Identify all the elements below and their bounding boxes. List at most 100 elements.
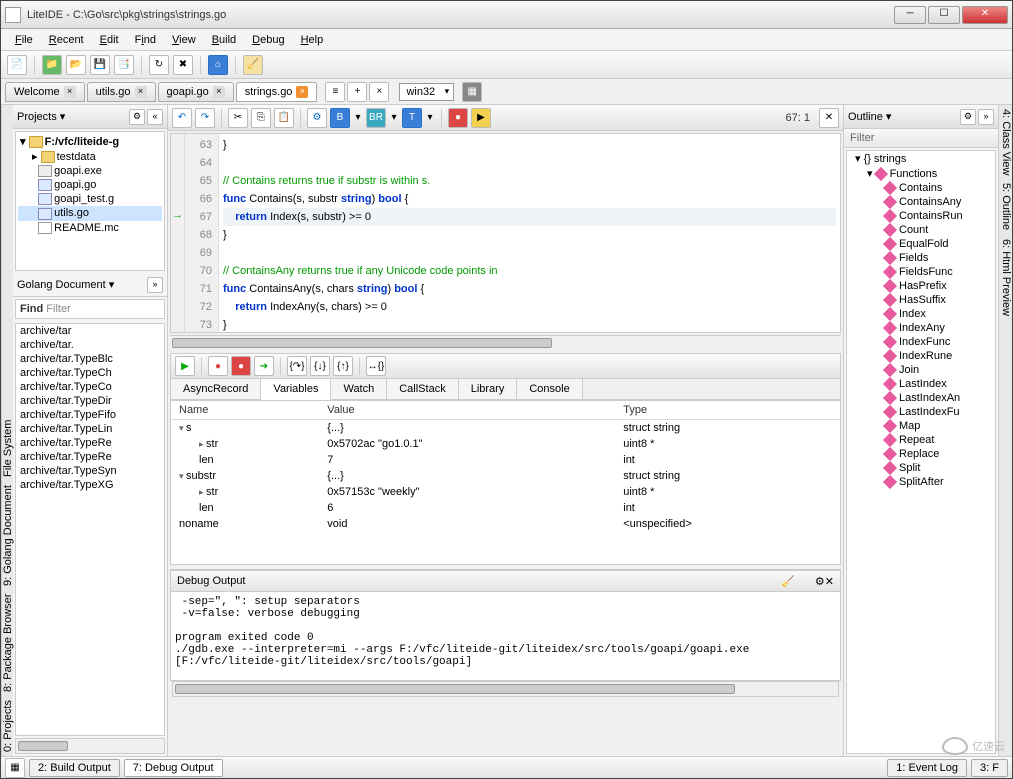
close-icon[interactable]: × [64,86,76,98]
close-doc-button[interactable]: ✖ [173,55,193,75]
menu-debug[interactable]: Debug [244,32,292,48]
menu-build[interactable]: Build [204,32,244,48]
outline-func[interactable]: LastIndex [847,377,995,391]
tab-welcome[interactable]: Welcome× [5,82,85,102]
close-icon[interactable]: × [213,86,225,98]
outline-func[interactable]: Fields [847,251,995,265]
collapse-icon[interactable]: » [147,277,163,293]
cut-button[interactable]: ✂ [228,108,248,128]
tab-utils[interactable]: utils.go× [87,82,156,102]
close-button[interactable]: ✕ [962,6,1008,24]
tab-strings[interactable]: strings.go× [236,82,318,102]
package-item[interactable]: archive/tar.TypeCo [16,380,164,394]
outline-func[interactable]: LastIndexAn [847,391,995,405]
menu-file[interactable]: File [7,32,41,48]
tree-item[interactable]: README.mc [18,221,162,235]
settings-button[interactable]: ⚙ [307,108,327,128]
dropdown-icon[interactable]: ▾ [389,108,399,128]
output-toggle-button[interactable]: ▦ [5,758,25,778]
open-project-button[interactable]: 📂 [66,55,86,75]
outline-tree[interactable]: ▾ {} strings ▾ Functions ContainsContain… [846,150,996,754]
outline-func[interactable]: ContainsRun [847,209,995,223]
output-scrollbar[interactable] [172,681,839,697]
package-item[interactable]: archive/tar.TypeXG [16,478,164,492]
tab-close-button[interactable]: × [369,82,389,102]
maximize-button[interactable]: ☐ [928,6,960,24]
tab-list-button[interactable]: ≡ [325,82,345,102]
projects-title[interactable]: Projects [17,110,127,123]
outline-func[interactable]: Split [847,461,995,475]
continue-button[interactable]: ➔ [254,356,274,376]
editor-scrollbar[interactable] [170,335,841,351]
settings-icon[interactable]: ⚙ [960,109,976,125]
close-icon[interactable]: × [135,86,147,98]
step-over-button[interactable]: {↷} [287,356,307,376]
test-button[interactable]: T [402,108,422,128]
home-button[interactable]: ⌂ [208,55,228,75]
variable-row[interactable]: str0x57153c "weekly"uint8 * [171,484,840,500]
package-item[interactable]: archive/tar.TypeFifo [16,408,164,422]
variable-row[interactable]: nonamevoid<unspecified> [171,516,840,532]
collapse-icon[interactable]: « [147,109,163,125]
outline-func[interactable]: Contains [847,181,995,195]
env-button[interactable]: ▦ [462,82,482,102]
open-folder-button[interactable]: 📁 [42,55,62,75]
menu-find[interactable]: Find [127,32,164,48]
dock-tab-golang-document[interactable]: 9: Golang Document [2,485,13,586]
status-f[interactable]: 3: F [971,759,1008,777]
step-instruction-button[interactable]: ↔{} [366,356,386,376]
undo-button[interactable]: ↶ [172,108,192,128]
package-item[interactable]: archive/tar.TypeDir [16,394,164,408]
code-editor[interactable]: → 6364656667686970717273 }// Contains re… [170,133,841,333]
new-file-button[interactable]: 📄 [7,55,27,75]
debug-tab-asyncrecord[interactable]: AsyncRecord [171,379,261,399]
outline-func[interactable]: EqualFold [847,237,995,251]
outline-func[interactable]: SplitAfter [847,475,995,489]
paste-button[interactable]: 📋 [274,108,294,128]
outline-func[interactable]: IndexRune [847,349,995,363]
package-item[interactable]: archive/tar.TypeSyn [16,464,164,478]
minimize-button[interactable]: ─ [894,6,926,24]
dock-tab-file-system[interactable]: File System [2,419,13,476]
outline-func[interactable]: IndexAny [847,321,995,335]
dock-tab-html-preview[interactable]: 6: Html Preview [999,239,1012,316]
settings-icon[interactable]: ⚙ [129,109,145,125]
menu-help[interactable]: Help [293,32,332,48]
scrollbar-horizontal[interactable] [15,738,165,754]
dock-tab-outline[interactable]: 5: Outline [999,183,1012,230]
tab-add-button[interactable]: + [347,82,367,102]
variable-row[interactable]: str0x5702ac "go1.0.1"uint8 * [171,436,840,452]
reload-button[interactable]: ↻ [149,55,169,75]
outline-func[interactable]: HasSuffix [847,293,995,307]
debug-stop-button[interactable]: ● [231,356,251,376]
debug-start-button[interactable]: ▶ [175,356,195,376]
menu-view[interactable]: View [164,32,204,48]
toggle-breakpoint-button[interactable]: ● [208,356,228,376]
build-button[interactable]: B [330,108,350,128]
outline-filter[interactable]: Filter [844,129,998,148]
variables-table[interactable]: Name Value Type s{...}struct stringstr0x… [170,400,841,565]
outline-func[interactable]: HasPrefix [847,279,995,293]
clear-button[interactable]: 🧹 [781,575,795,588]
dropdown-icon[interactable]: ▾ [425,108,435,128]
debug-tab-console[interactable]: Console [517,379,582,399]
target-combo[interactable]: win32 [399,83,454,101]
golang-doc-title[interactable]: Golang Document [17,278,145,291]
outline-func[interactable]: LastIndexFu [847,405,995,419]
debug-tab-variables[interactable]: Variables [261,379,331,400]
save-all-button[interactable]: 📑 [114,55,134,75]
menu-edit[interactable]: Edit [92,32,127,48]
status-build-output[interactable]: 2: Build Output [29,759,120,777]
package-item[interactable]: archive/tar. [16,338,164,352]
tree-item[interactable]: goapi.go [18,178,162,192]
step-out-button[interactable]: {↑} [333,356,353,376]
project-tree[interactable]: ▾ F:/vfc/liteide-g ▸ testdata goapi.exe … [15,131,165,271]
debug-tab-callstack[interactable]: CallStack [387,379,458,399]
save-button[interactable]: 💾 [90,55,110,75]
close-icon[interactable]: × [296,86,308,98]
package-list[interactable]: archive/tararchive/tar.archive/tar.TypeB… [15,323,165,736]
outline-root[interactable]: ▾ {} strings [847,151,995,166]
run-button[interactable]: ▶ [471,108,491,128]
tab-goapi[interactable]: goapi.go× [158,82,234,102]
outline-func[interactable]: ContainsAny [847,195,995,209]
